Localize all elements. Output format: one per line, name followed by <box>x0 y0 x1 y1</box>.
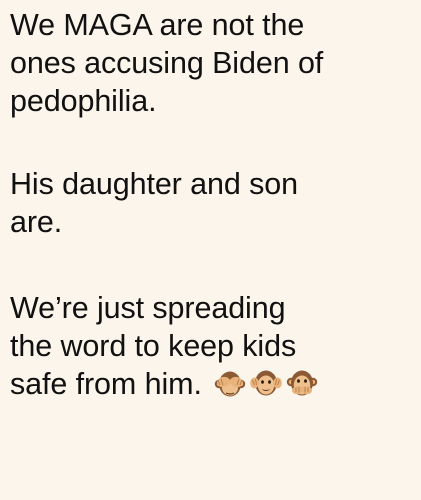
text-line: ones accusing Biden of <box>10 46 324 80</box>
monkey-emoji-row <box>214 368 318 398</box>
text-line-content: safe from him. <box>10 367 202 401</box>
speak-no-evil-monkey-icon <box>286 370 318 396</box>
last-text-line: safe from him. <box>10 365 415 403</box>
see-no-evil-monkey-icon <box>214 371 246 397</box>
text-line: the word to keep kids <box>10 329 297 363</box>
hear-no-evil-monkey-icon <box>250 370 282 396</box>
text-line: We MAGA are not the <box>10 8 305 42</box>
screen: { "post": { "paragraphs": [ { "lines": [… <box>0 0 421 500</box>
text-line: His daughter and son <box>10 167 298 201</box>
post-text: We MAGA are not the ones accusing Biden … <box>10 6 415 403</box>
text-line: are. <box>10 205 63 239</box>
text-line: We’re just spreading <box>10 291 286 325</box>
text-line: pedophilia. <box>10 84 157 118</box>
paragraph-1: We MAGA are not the ones accusing Biden … <box>10 6 415 120</box>
paragraph-2: His daughter and son are. <box>10 165 415 241</box>
paragraph-3: We’re just spreading the word to keep ki… <box>10 289 415 403</box>
